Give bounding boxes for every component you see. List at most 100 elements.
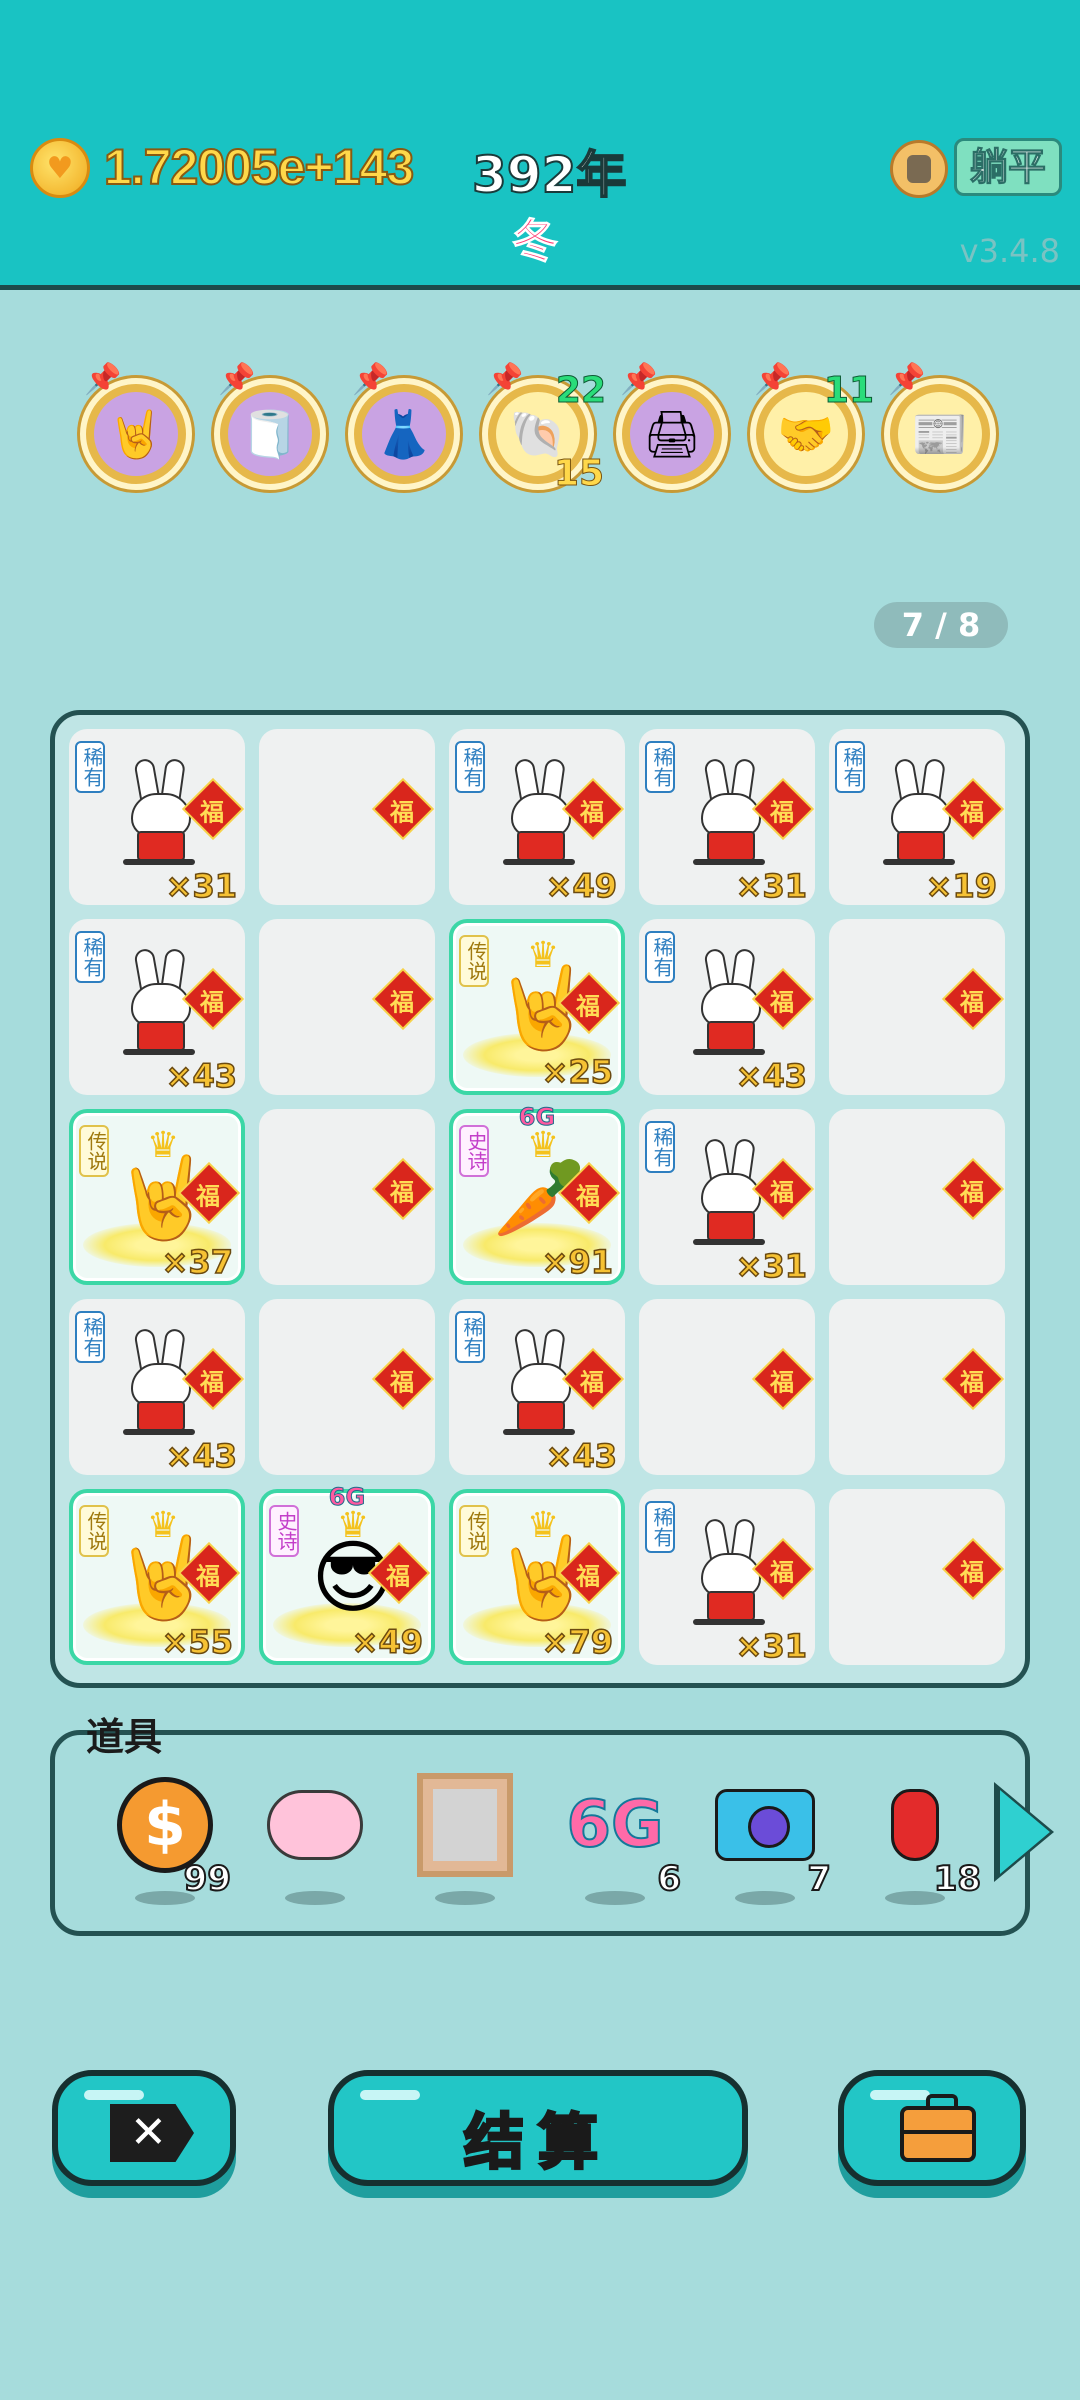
board-cell[interactable]: 福 — [259, 729, 435, 905]
rarity-tag: 史诗 — [269, 1505, 299, 1557]
board-cell[interactable]: 稀有福 ×31 — [69, 729, 245, 906]
board-cell[interactable]: 史诗 6G 😎 ♛ 福 ×49 — [259, 1483, 435, 1665]
fu-char: 福 — [579, 1368, 604, 1397]
item-icon-wrap — [265, 1775, 365, 1875]
item-icon-wrap — [415, 1773, 515, 1877]
relic-0[interactable]: 📌 🤘 — [80, 362, 192, 490]
mask-icon[interactable] — [890, 140, 948, 198]
camera-icon — [715, 1789, 815, 1861]
multiplier-label: ×79 — [541, 1622, 614, 1662]
relic-6[interactable]: 📌 📰 — [884, 362, 996, 490]
pin-icon: 📌 — [486, 362, 524, 397]
inventory-button[interactable] — [838, 2070, 1026, 2186]
board-cell[interactable]: 传说 🤘 ♛ 福 ×25 — [449, 919, 625, 1095]
board-cell[interactable]: 稀有福 ×43 — [69, 919, 245, 1096]
board-cell[interactable]: 福 — [259, 1299, 435, 1475]
board-cell[interactable]: 福 — [829, 1299, 1005, 1475]
rarity-tag: 传说 — [459, 935, 489, 987]
relic-count-top: 22 — [555, 370, 606, 412]
sixg-item[interactable]: 6G 6 — [555, 1775, 682, 1905]
portrait-frame-item[interactable] — [405, 1773, 525, 1905]
multiplier-label: ×55 — [161, 1622, 234, 1662]
pin-icon: 📌 — [754, 362, 792, 397]
sixg-icon: 6G — [565, 1787, 664, 1863]
board-cell[interactable]: 福 — [639, 1299, 815, 1475]
rarity-tag: 稀有 — [75, 931, 105, 983]
board-cell[interactable]: 传说 🤘 ♛ 福 ×37 — [69, 1109, 245, 1285]
rarity-tag: 稀有 — [75, 741, 105, 793]
coin-item[interactable]: $99 — [105, 1775, 232, 1905]
chili-pepper-icon — [891, 1789, 939, 1861]
board-cell[interactable]: 福 — [829, 919, 1005, 1095]
board-cell[interactable]: 传说 🤘 ♛ 福 ×79 — [449, 1489, 625, 1665]
pin-icon: 📌 — [84, 362, 122, 397]
fu-char: 福 — [769, 798, 794, 827]
settle-button[interactable]: 结算 — [328, 2070, 748, 2186]
close-button[interactable]: ✕ — [52, 2070, 236, 2186]
board-cell[interactable]: 稀有福 ×49 — [449, 729, 625, 906]
board-cell[interactable]: 稀有福 ×43 — [69, 1299, 245, 1476]
item-shadow — [735, 1891, 795, 1905]
item-quantity: 7 — [806, 1858, 832, 1900]
item-shadow — [285, 1891, 345, 1905]
button-highlight — [870, 2090, 930, 2100]
multiplier-label: ×37 — [161, 1242, 234, 1282]
fu-char: 福 — [389, 1178, 414, 1207]
fu-char: 福 — [199, 1368, 224, 1397]
close-icon: ✕ — [110, 2104, 194, 2162]
rarity-tag: 稀有 — [835, 741, 865, 793]
piggy-bank-item[interactable] — [255, 1775, 375, 1905]
rarity-tag: 稀有 — [645, 1501, 675, 1553]
fu-char: 福 — [389, 798, 414, 827]
multiplier-label: ×31 — [735, 1246, 808, 1286]
tray-next-arrow-icon[interactable] — [1000, 1790, 1050, 1874]
board-cell[interactable]: 福 — [259, 919, 435, 1095]
fu-char: 福 — [389, 988, 414, 1017]
lie-flat-button[interactable]: 躺平 — [954, 138, 1062, 196]
fu-char: 福 — [959, 988, 984, 1017]
rarity-tag: 传说 — [79, 1125, 109, 1177]
fu-char: 福 — [959, 1178, 984, 1207]
item-quantity: 6 — [656, 1858, 682, 1900]
relic-4[interactable]: 📌 🖨 — [616, 362, 728, 490]
fu-char: 福 — [769, 988, 794, 1017]
board-cell[interactable]: 史诗 6G 🥕 ♛ 福 ×91 — [449, 1103, 625, 1285]
fu-char: 福 — [959, 798, 984, 827]
page-indicator: 7 / 8 — [874, 602, 1008, 648]
multiplier-label: ×19 — [925, 866, 998, 906]
rock-hand-icon: 🤘 — [94, 392, 178, 476]
board-cell[interactable]: 稀有福 ×31 — [639, 1109, 815, 1286]
fu-char: 福 — [959, 1558, 984, 1587]
item-quantity: 18 — [933, 1858, 982, 1900]
relic-2[interactable]: 📌 👗 — [348, 362, 460, 490]
board-cell[interactable]: 稀有福 ×19 — [829, 729, 1005, 906]
printer-icon: 🖨 — [630, 392, 714, 476]
fu-char: 福 — [579, 798, 604, 827]
item-shadow — [585, 1891, 645, 1905]
fu-char: 福 — [195, 1182, 220, 1211]
chili-pepper-item[interactable]: 18 — [855, 1775, 982, 1905]
multiplier-label: ×31 — [165, 866, 238, 906]
fu-char: 福 — [575, 1562, 600, 1591]
coin-icon — [30, 138, 90, 198]
board-cell[interactable]: 传说 🤘 ♛ 福 ×55 — [69, 1489, 245, 1665]
board-cell[interactable]: 稀有福 ×31 — [639, 1489, 815, 1666]
item-tray: $99 6G 6 7 18 — [50, 1730, 1030, 1936]
multiplier-label: ×31 — [735, 1626, 808, 1666]
pin-icon: 📌 — [352, 362, 390, 397]
board-cell[interactable]: 稀有福 ×43 — [639, 919, 815, 1096]
piggy-bank-icon — [267, 1790, 363, 1860]
relic-3[interactable]: 📌 🐚 22 15 — [482, 362, 607, 495]
board-cell[interactable]: 稀有福 ×31 — [639, 729, 815, 906]
skirt-icon: 👗 — [362, 392, 446, 476]
board-cell[interactable]: 福 — [829, 1109, 1005, 1285]
board-cell[interactable]: 福 — [829, 1489, 1005, 1665]
rarity-tag: 史诗 — [459, 1125, 489, 1177]
board-cell[interactable]: 稀有福 ×43 — [449, 1299, 625, 1476]
relic-1[interactable]: 📌 🧻 — [214, 362, 326, 490]
board-cell[interactable]: 福 — [259, 1109, 435, 1285]
rarity-tag: 传说 — [79, 1505, 109, 1557]
relic-5[interactable]: 📌 🤝 11 — [750, 362, 875, 490]
pin-icon: 📌 — [620, 362, 658, 397]
camera-item[interactable]: 7 — [705, 1775, 832, 1905]
